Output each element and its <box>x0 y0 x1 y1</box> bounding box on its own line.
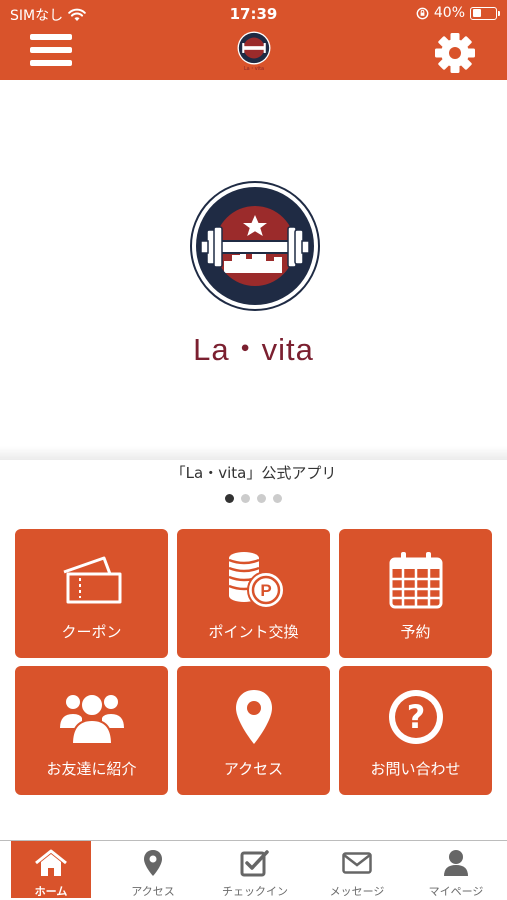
map-pin-icon <box>144 850 162 876</box>
contact-label: お問い合わせ <box>370 760 461 778</box>
nav-checkin[interactable]: チェックイン <box>215 841 295 898</box>
checkbox-icon <box>240 850 269 877</box>
nav-access[interactable]: アクセス <box>113 841 193 898</box>
menu-button[interactable] <box>30 34 74 70</box>
svg-text:P: P <box>260 581 271 600</box>
home-icon <box>35 849 67 876</box>
nav-home-label: ホーム <box>34 885 68 898</box>
carousel-dot[interactable] <box>241 494 250 503</box>
hamburger-icon-bar <box>30 47 72 53</box>
nav-message-label: メッセージ <box>329 885 385 898</box>
orientation-lock-icon <box>416 7 429 19</box>
status-bar: SIMなし 17:39 40% <box>0 0 507 28</box>
reservation-label: 予約 <box>400 623 431 641</box>
carousel-dot[interactable] <box>257 494 266 503</box>
nav-mypage-label: マイページ <box>428 885 484 898</box>
svg-text:?: ? <box>406 698 425 736</box>
logo-icon <box>237 31 271 65</box>
hero-divider <box>0 446 507 460</box>
coins-point-icon: P <box>228 552 285 609</box>
hamburger-icon-bar <box>30 60 72 66</box>
point-exchange-tile[interactable]: P ポイント交換 <box>177 529 330 658</box>
header-logo <box>237 31 271 65</box>
status-right: 40% <box>416 5 500 21</box>
dumbbell-logo-icon <box>190 181 320 311</box>
person-icon <box>444 850 468 876</box>
hero-banner: La・vita <box>0 80 507 458</box>
point-exchange-label: ポイント交換 <box>208 623 299 641</box>
app-caption: 「La・vita」公式アプリ <box>170 464 337 482</box>
envelope-icon <box>342 852 372 874</box>
coupon-label: クーポン <box>61 623 122 641</box>
settings-button[interactable] <box>433 31 477 75</box>
refer-friend-tile[interactable]: お友達に紹介 <box>15 666 168 795</box>
question-circle-icon: ? <box>388 690 443 744</box>
calendar-icon <box>389 552 442 609</box>
nav-mypage[interactable]: マイページ <box>416 841 496 898</box>
app-header: SIMなし 17:39 40% La・vita <box>0 0 507 80</box>
header-logo-caption: La・vita <box>243 66 265 72</box>
carousel-indicator <box>0 494 507 503</box>
hamburger-icon-bar <box>30 34 72 40</box>
coupon-tile[interactable]: クーポン <box>15 529 168 658</box>
access-label: アクセス <box>223 760 284 778</box>
nav-home[interactable]: ホーム <box>11 841 91 898</box>
battery-icon <box>470 6 500 20</box>
brand-logo <box>190 181 320 311</box>
ticket-icon <box>63 556 121 604</box>
map-pin-icon <box>235 690 272 744</box>
contact-tile[interactable]: ? お問い合わせ <box>339 666 492 795</box>
nav-message[interactable]: メッセージ <box>317 841 397 898</box>
battery-level <box>472 9 482 17</box>
access-tile[interactable]: アクセス <box>177 666 330 795</box>
carousel-dot[interactable] <box>273 494 282 503</box>
nav-checkin-label: チェックイン <box>222 885 288 898</box>
refer-friend-label: お友達に紹介 <box>46 760 137 778</box>
users-icon <box>59 693 124 745</box>
gear-icon <box>435 33 475 73</box>
brand-name: La・vita <box>193 332 314 367</box>
carousel-dot[interactable] <box>225 494 234 503</box>
bottom-nav: ホーム アクセス チェックイン メッセージ マイページ <box>0 840 507 900</box>
reservation-tile[interactable]: 予約 <box>339 529 492 658</box>
nav-access-label: アクセス <box>131 885 175 898</box>
battery-percent: 40% <box>433 5 465 21</box>
